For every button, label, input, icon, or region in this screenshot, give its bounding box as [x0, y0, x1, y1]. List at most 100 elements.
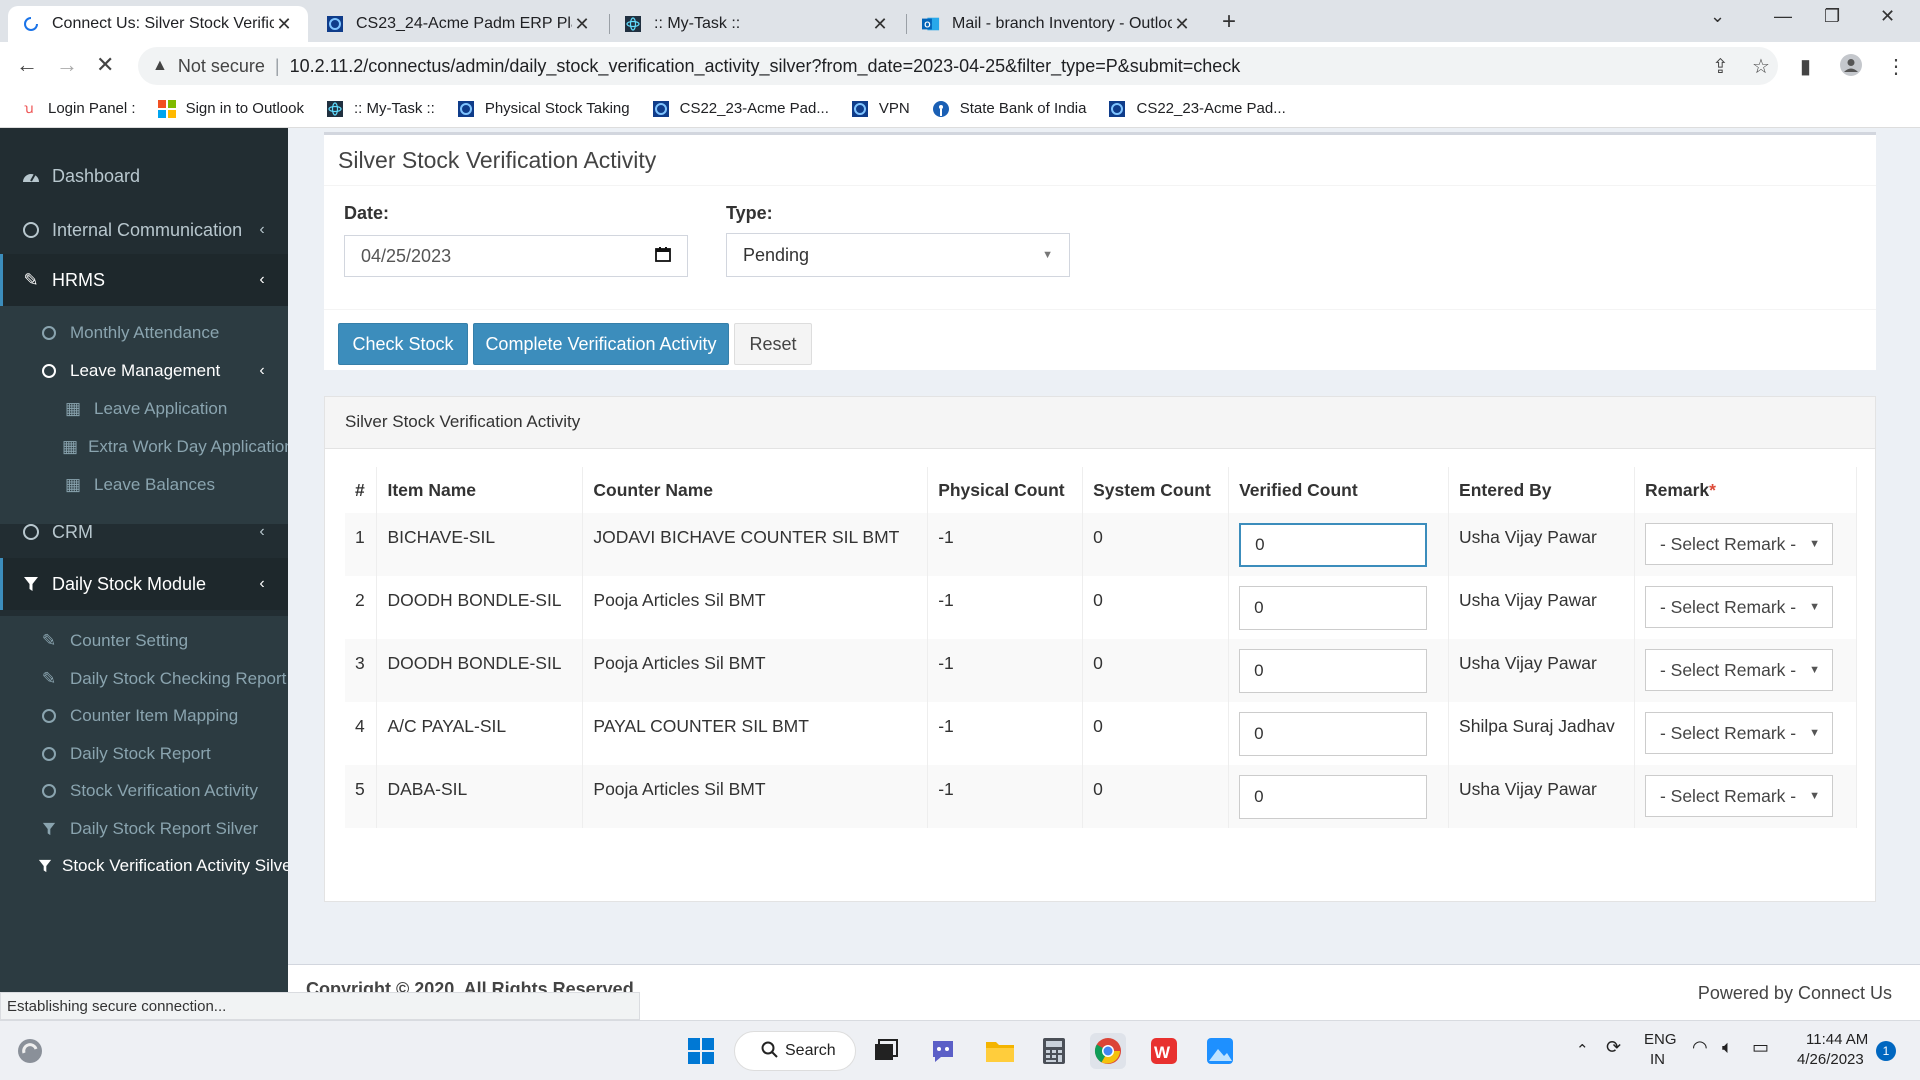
- tab-close-icon[interactable]: ✕: [1172, 14, 1192, 35]
- restore-icon[interactable]: ❐: [1824, 6, 1840, 27]
- complete-verification-button[interactable]: Complete Verification Activity: [473, 323, 729, 365]
- reset-button[interactable]: Reset: [734, 323, 812, 365]
- tab-erp[interactable]: CS23_24-Acme Padm ERP Platfor ✕: [312, 6, 606, 42]
- remark-select[interactable]: - Select Remark - ▼: [1644, 712, 1833, 754]
- file-explorer-icon[interactable]: [982, 1033, 1018, 1069]
- sidebar-item-daily-stock-report[interactable]: Daily Stock Report: [0, 735, 288, 773]
- date-input[interactable]: 04/25/2023: [344, 235, 688, 277]
- windows-start-icon[interactable]: [683, 1033, 719, 1069]
- photos-app-icon[interactable]: [1202, 1033, 1238, 1069]
- check-stock-button[interactable]: Check Stock: [338, 323, 468, 365]
- bookmark-label: CS22_23-Acme Pad...: [679, 100, 829, 117]
- bookmark-my-task[interactable]: :: My-Task ::: [326, 100, 435, 118]
- remark-select[interactable]: - Select Remark - ▼: [1644, 523, 1833, 565]
- tab-title: :: My-Task ::: [654, 15, 741, 32]
- clock-date: 4/26/2023: [1797, 1051, 1864, 1068]
- sidebar-item-leave-application[interactable]: ▦ Leave Application: [0, 390, 288, 428]
- sbi-logo-icon: [932, 100, 950, 118]
- bookmark-vpn[interactable]: VPN: [851, 100, 910, 118]
- sidebar-item-stock-verification-activity-silver[interactable]: Stock Verification Activity Silver: [0, 847, 288, 885]
- sidebar-item-stock-verification-activity[interactable]: Stock Verification Activity: [0, 772, 288, 810]
- remark-select[interactable]: - Select Remark - ▼: [1644, 775, 1833, 817]
- tab-outlook[interactable]: O Mail - branch Inventory - Outlool ✕: [908, 6, 1206, 42]
- tab-search-chevron-icon[interactable]: ⌄: [1710, 6, 1725, 27]
- clock-time[interactable]: 11:44 AM: [1806, 1031, 1868, 1048]
- stop-loading-icon[interactable]: ✕: [96, 52, 114, 78]
- sidebar-item-counter-setting[interactable]: ✎ Counter Setting: [0, 622, 288, 660]
- row-number: 4: [345, 702, 378, 765]
- sidebar-item-internal-communication[interactable]: Internal Communication ‹: [0, 204, 288, 256]
- taskbar-search[interactable]: Search: [734, 1031, 856, 1071]
- caret-down-icon: ▼: [1809, 601, 1820, 613]
- bookmark-star-icon[interactable]: ☆: [1752, 54, 1770, 79]
- chrome-icon[interactable]: [1090, 1033, 1126, 1069]
- sidebar-item-daily-stock-module[interactable]: Daily Stock Module ‹: [0, 558, 288, 610]
- results-title: Silver Stock Verification Activity: [345, 412, 581, 431]
- sidebar-item-crm[interactable]: CRM ‹: [0, 506, 288, 558]
- sidebar-item-leave-management[interactable]: Leave Management ‹: [0, 352, 288, 390]
- bookmark-cs22-2[interactable]: CS22_23-Acme Pad...: [1108, 100, 1286, 118]
- teams-chat-icon[interactable]: [925, 1033, 961, 1069]
- counter-name: PAYAL COUNTER SIL BMT: [582, 702, 929, 765]
- verified-count-input[interactable]: 0: [1239, 523, 1428, 567]
- sidebar-item-daily-stock-report-silver[interactable]: Daily Stock Report Silver: [0, 810, 288, 848]
- window-close-icon[interactable]: ✕: [1880, 6, 1895, 27]
- sidebar-item-extra-work-day[interactable]: ▦ Extra Work Day Application: [0, 428, 288, 466]
- profile-avatar-icon[interactable]: [1840, 54, 1862, 82]
- verified-count-cell: 0: [1228, 576, 1450, 639]
- sync-alert-icon[interactable]: ⟳: [1606, 1037, 1621, 1058]
- remark-select[interactable]: - Select Remark - ▼: [1644, 586, 1833, 628]
- sidebar-item-leave-balances[interactable]: ▦ Leave Balances: [0, 466, 288, 504]
- tab-close-icon[interactable]: ✕: [274, 14, 294, 35]
- task-view-icon[interactable]: [868, 1033, 904, 1069]
- circle-icon: [20, 524, 42, 540]
- tab-connect-us[interactable]: Connect Us: Silver Stock Verificat ✕: [8, 6, 308, 42]
- tab-my-task[interactable]: :: My-Task :: ✕: [610, 6, 904, 42]
- forward-arrow-icon[interactable]: →: [56, 52, 78, 78]
- address-bar[interactable]: ▲ Not secure | 10.2.11.2/connectus/admin…: [138, 47, 1778, 85]
- erp-app-icon: [851, 100, 869, 118]
- remark-cell: - Select Remark - ▼: [1634, 513, 1858, 576]
- bookmark-sbi[interactable]: State Bank of India: [932, 100, 1086, 118]
- verified-count-input[interactable]: 0: [1239, 712, 1428, 756]
- row-number: 2: [345, 576, 378, 639]
- minimize-icon[interactable]: —: [1774, 6, 1792, 27]
- show-hidden-icons-chevron[interactable]: ⌃: [1576, 1041, 1589, 1059]
- side-panel-icon[interactable]: ▮: [1800, 54, 1811, 79]
- calendar-icon[interactable]: [655, 246, 671, 267]
- wps-office-icon[interactable]: W: [1146, 1033, 1182, 1069]
- verified-count-input[interactable]: 0: [1239, 649, 1428, 693]
- tab-close-icon[interactable]: ✕: [572, 14, 592, 35]
- table-row: 2 DOODH BONDLE-SIL Pooja Articles Sil BM…: [345, 576, 1858, 639]
- physical-count: -1: [927, 639, 1084, 702]
- calculator-icon[interactable]: [1036, 1033, 1072, 1069]
- browser-menu-icon[interactable]: ⋮: [1886, 54, 1906, 79]
- circle-icon: [38, 364, 60, 378]
- widgets-icon[interactable]: [12, 1033, 48, 1069]
- new-tab-button[interactable]: +: [1222, 8, 1236, 36]
- language-code[interactable]: ENG: [1644, 1031, 1677, 1048]
- sidebar-item-monthly-attendance[interactable]: Monthly Attendance: [0, 314, 288, 352]
- bookmark-cs22-1[interactable]: CS22_23-Acme Pad...: [652, 100, 829, 118]
- sidebar-item-label: Monthly Attendance: [70, 323, 220, 342]
- bookmark-login-panel[interactable]: ꭒ Login Panel :: [20, 100, 135, 118]
- verified-count-input[interactable]: 0: [1239, 775, 1428, 819]
- back-arrow-icon[interactable]: ←: [16, 52, 38, 78]
- volume-icon[interactable]: 🔈︎: [1722, 1037, 1733, 1058]
- battery-icon[interactable]: ▭: [1752, 1037, 1769, 1058]
- notification-badge[interactable]: 1: [1876, 1041, 1896, 1061]
- bookmark-outlook[interactable]: Sign in to Outlook: [157, 99, 304, 118]
- wifi-icon[interactable]: ◠: [1692, 1037, 1708, 1058]
- sidebar-item-dashboard[interactable]: Dashboard: [0, 150, 288, 202]
- share-icon[interactable]: ⇪: [1712, 54, 1729, 79]
- sidebar-item-counter-item-mapping[interactable]: Counter Item Mapping: [0, 697, 288, 735]
- sidebar-item-hrms[interactable]: ✎ HRMS ‹: [0, 254, 288, 306]
- remark-select[interactable]: - Select Remark - ▼: [1644, 649, 1833, 691]
- sidebar-item-label: Internal Communication: [52, 219, 243, 240]
- tab-close-icon[interactable]: ✕: [870, 14, 890, 35]
- type-select[interactable]: Pending ▼: [726, 233, 1070, 277]
- verified-count-input[interactable]: 0: [1239, 586, 1428, 630]
- sidebar-item-daily-stock-checking-report[interactable]: ✎ Daily Stock Checking Report: [0, 660, 288, 698]
- pencil-icon: ✎: [41, 631, 57, 650]
- bookmark-physical-stock[interactable]: Physical Stock Taking: [457, 100, 630, 118]
